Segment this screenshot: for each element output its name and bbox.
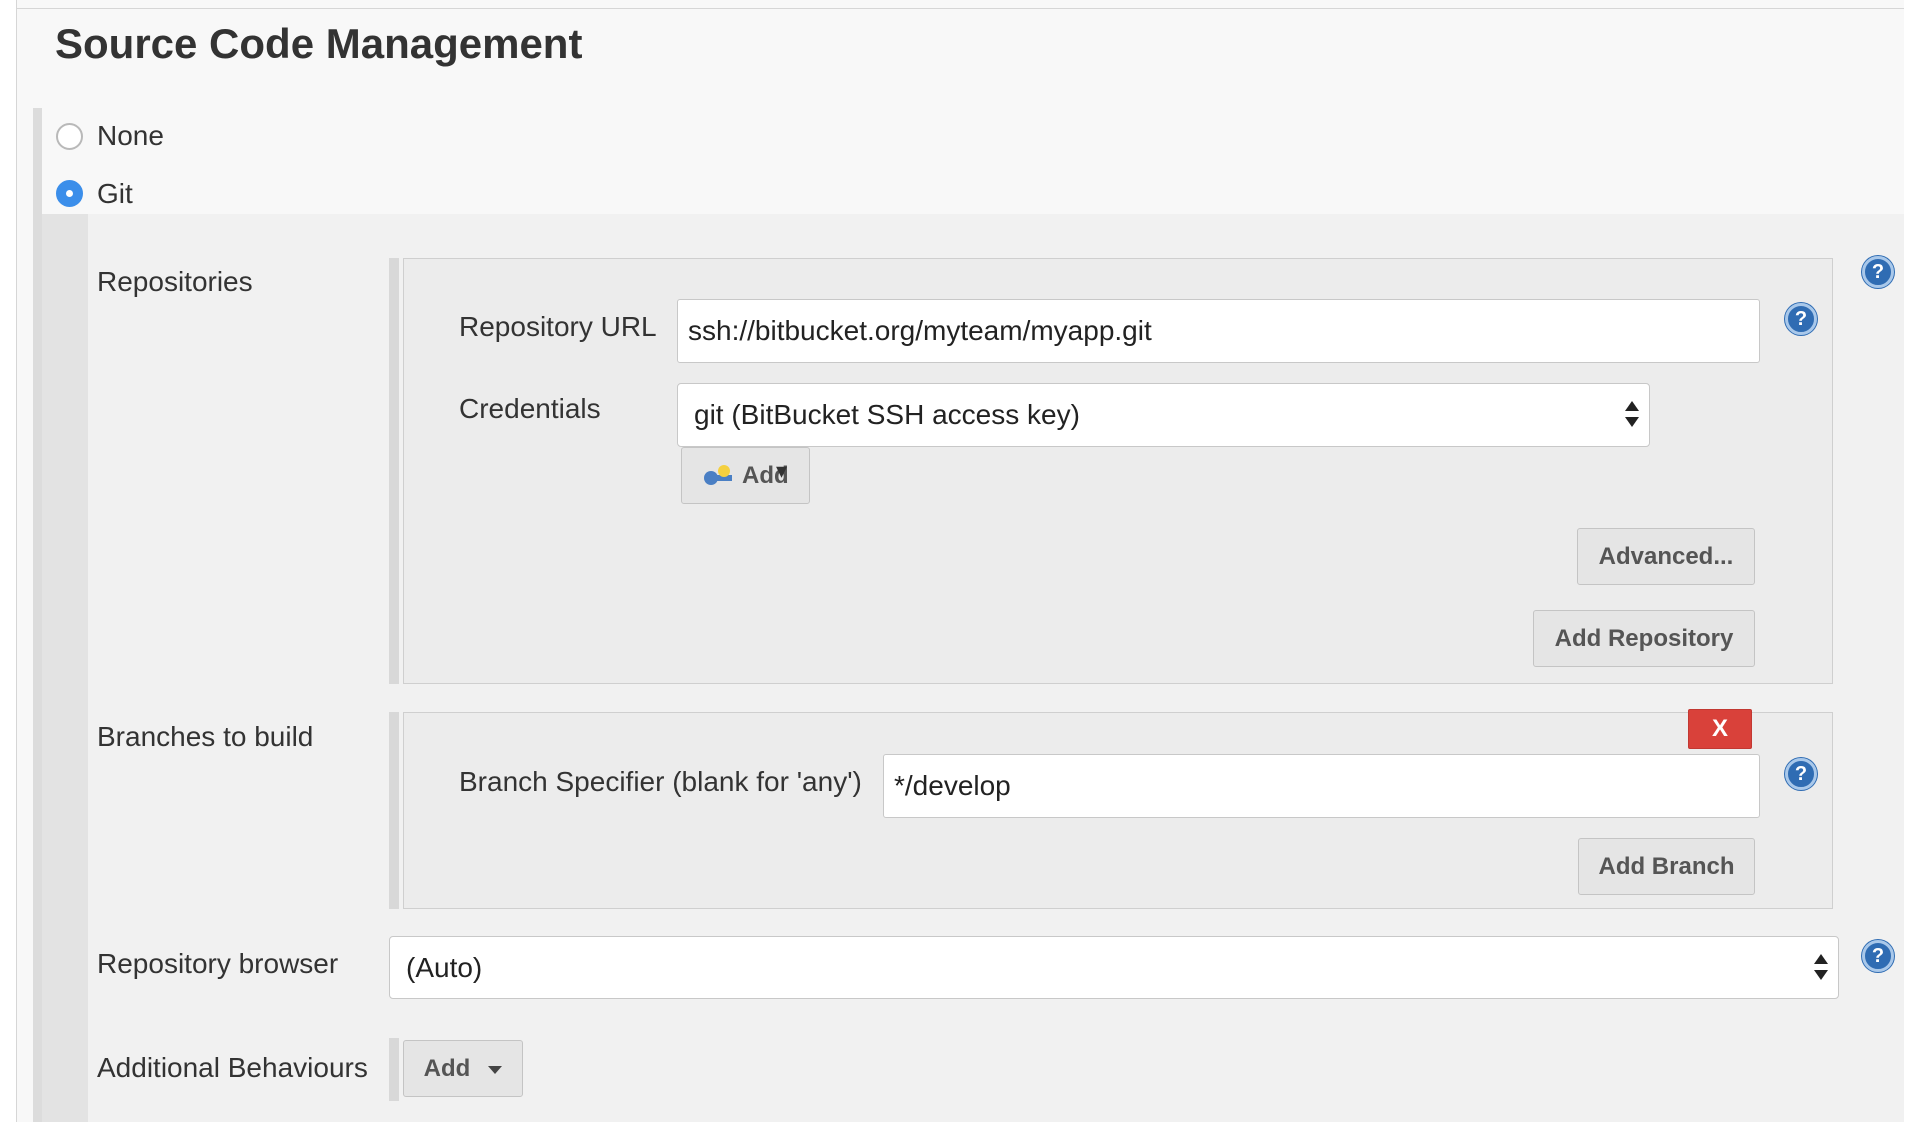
branch-specifier-help-icon[interactable]: ? [1785, 758, 1817, 790]
repositories-panel-bar [389, 258, 399, 684]
additional-behaviours-label: Additional Behaviours [97, 1052, 368, 1083]
branch-specifier-input[interactable]: */develop [883, 754, 1760, 818]
select-arrows-icon [1814, 952, 1828, 984]
top-divider [16, 8, 1904, 9]
repository-browser-select[interactable]: (Auto) [389, 936, 1839, 999]
radio-none-label[interactable]: None [97, 120, 164, 152]
git-options-band [42, 214, 1904, 243]
radio-git-label[interactable]: Git [97, 178, 133, 210]
scm-group-accent [33, 108, 42, 1122]
add-credentials-button[interactable]: Add ▾ [681, 447, 810, 504]
delete-branch-button[interactable]: X [1688, 709, 1752, 749]
repository-browser-label: Repository browser [97, 948, 339, 979]
credentials-select[interactable]: git (BitBucket SSH access key) [677, 383, 1650, 447]
branches-panel-bar [389, 712, 399, 909]
repository-url-label: Repository URL [459, 311, 657, 342]
credentials-label: Credentials [459, 393, 601, 424]
additional-behaviours-bar [389, 1038, 399, 1101]
branches-label: Branches to build [97, 721, 314, 752]
repository-url-help-icon[interactable]: ? [1785, 303, 1817, 335]
key-icon [704, 465, 732, 485]
add-behaviour-label: Add [423, 1055, 471, 1082]
git-options-accent [42, 214, 88, 1122]
select-arrows-icon [1625, 399, 1639, 431]
advanced-button[interactable]: Advanced... [1577, 528, 1755, 585]
section-title: Source Code Management [55, 20, 583, 67]
caret-down-icon [488, 1065, 503, 1074]
repositories-help-icon[interactable]: ? [1862, 256, 1894, 288]
repository-browser-value: (Auto) [406, 952, 483, 983]
repository-url-input[interactable]: ssh://bitbucket.org/myteam/myapp.git [677, 299, 1760, 363]
add-repository-button[interactable]: Add Repository [1533, 610, 1755, 667]
add-behaviour-button[interactable]: Add [403, 1040, 523, 1097]
repositories-label: Repositories [97, 266, 253, 297]
credentials-selected-value: git (BitBucket SSH access key) [694, 399, 1080, 430]
repository-browser-help-icon[interactable]: ? [1862, 940, 1894, 972]
add-branch-button[interactable]: Add Branch [1578, 838, 1755, 895]
dropdown-arrow-icon: ▾ [776, 458, 788, 483]
radio-none[interactable] [56, 123, 83, 150]
radio-git[interactable] [56, 180, 83, 207]
branch-specifier-label: Branch Specifier (blank for 'any') [459, 766, 862, 797]
